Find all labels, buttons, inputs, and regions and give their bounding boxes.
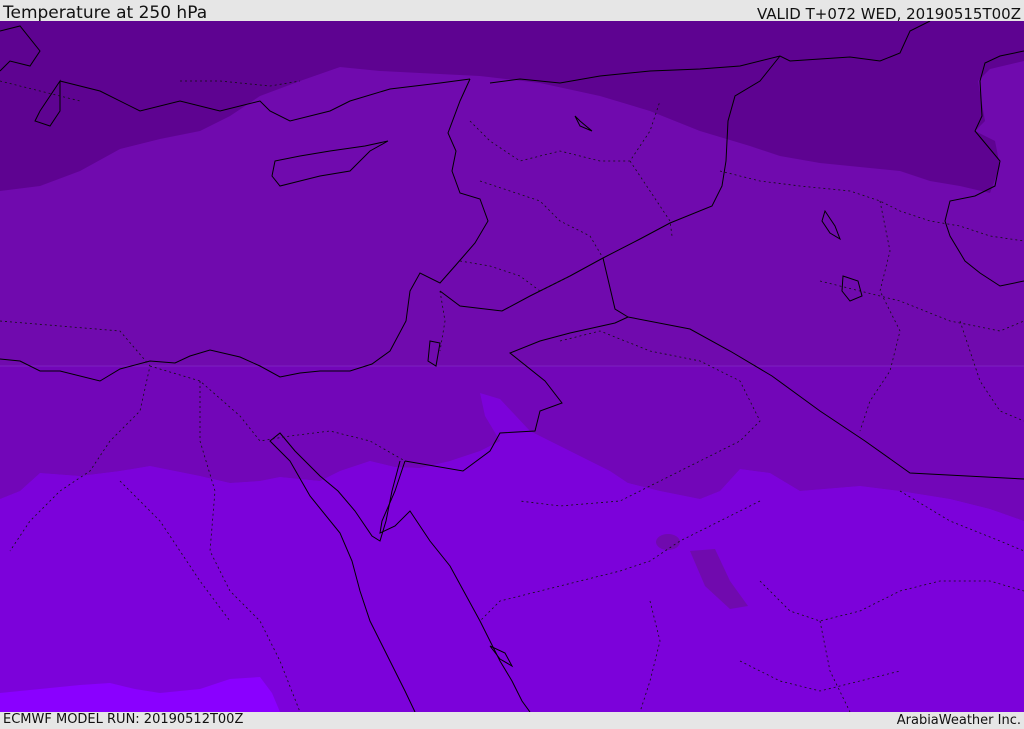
credit-label: ArabiaWeather Inc.	[896, 713, 1021, 728]
header-bar: Temperature at 250 hPa VALID T+072 WED, …	[0, 0, 1024, 23]
footer-bar: ECMWF MODEL RUN: 20190512T00Z ArabiaWeat…	[0, 712, 1024, 729]
map-title: Temperature at 250 hPa	[3, 3, 208, 23]
temperature-map[interactable]	[0, 21, 1024, 712]
model-run-label: ECMWF MODEL RUN: 20190512T00Z	[3, 712, 244, 727]
cold-island-2	[656, 534, 680, 550]
